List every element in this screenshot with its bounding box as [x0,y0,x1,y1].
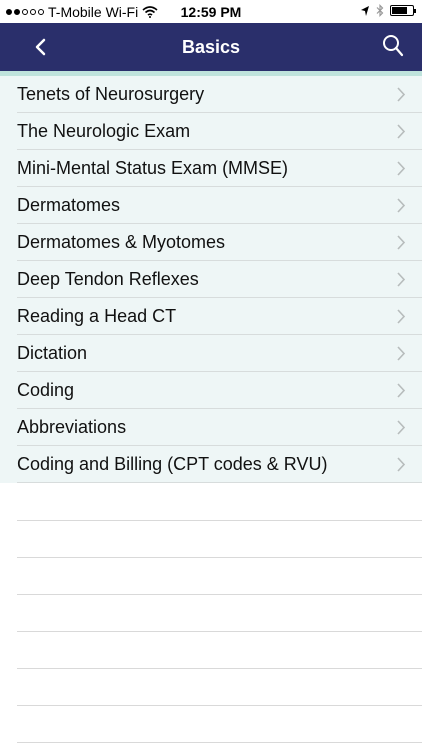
list-item-label: Deep Tendon Reflexes [17,269,199,289]
topic-list: Tenets of Neurosurgery The Neurologic Exa… [0,76,422,483]
row-separator [17,742,422,743]
chevron-right-icon [397,235,406,250]
chevron-right-icon [397,272,406,287]
list-item-label: Mini-Mental Status Exam (MMSE) [17,158,289,178]
list-item[interactable]: Deep Tendon Reflexes [0,261,422,298]
battery-icon [390,5,416,16]
empty-row [0,558,422,595]
status-bar: T-Mobile Wi-Fi 12:59 PM [0,0,422,23]
list-item-label: Abbreviations [17,417,127,437]
page-title: Basics [181,37,241,57]
status-right [360,4,416,17]
list-item[interactable]: Dictation [0,335,422,372]
list-item-label: Dictation [17,343,88,363]
list-item[interactable]: Abbreviations [0,409,422,446]
empty-list-area [0,484,422,743]
chevron-right-icon [397,161,406,176]
list-item-label: Reading a Head CT [17,306,177,326]
search-button[interactable] [380,33,406,59]
chevron-right-icon [397,124,406,139]
list-item-label: Dermatomes [17,195,121,215]
empty-row [0,706,422,743]
empty-row [0,632,422,669]
battery-fill [392,7,407,14]
list-item-label: The Neurologic Exam [17,121,191,141]
chevron-right-icon [397,87,406,102]
chevron-right-icon [397,346,406,361]
chevron-right-icon [397,198,406,213]
list-item-label: Dermatomes & Myotomes [17,232,226,252]
row-separator [17,482,422,483]
chevron-right-icon [397,383,406,398]
status-time: 12:59 PM [180,4,242,20]
list-item[interactable]: Dermatomes [0,187,422,224]
list-item-label: Coding [17,380,75,400]
chevron-right-icon [397,309,406,324]
list-item[interactable]: Dermatomes & Myotomes [0,224,422,261]
location-arrow-icon [361,5,369,16]
empty-row [0,484,422,521]
chevron-right-icon [397,457,406,472]
list-item-label: Tenets of Neurosurgery [17,84,205,104]
list-item[interactable]: Coding [0,372,422,409]
list-item[interactable]: Coding and Billing (CPT codes & RVU) [0,446,422,483]
list-item[interactable]: The Neurologic Exam [0,113,422,150]
empty-row [0,669,422,706]
list-item[interactable]: Tenets of Neurosurgery [0,76,422,113]
list-item[interactable]: Mini-Mental Status Exam (MMSE) [0,150,422,187]
list-item-label: Coding and Billing (CPT codes & RVU) [17,454,328,474]
chevron-right-icon [397,420,406,435]
empty-row [0,521,422,558]
navigation-bar: Basics [0,23,422,71]
empty-row [0,595,422,632]
list-item[interactable]: Reading a Head CT [0,298,422,335]
bluetooth-icon [376,4,384,17]
